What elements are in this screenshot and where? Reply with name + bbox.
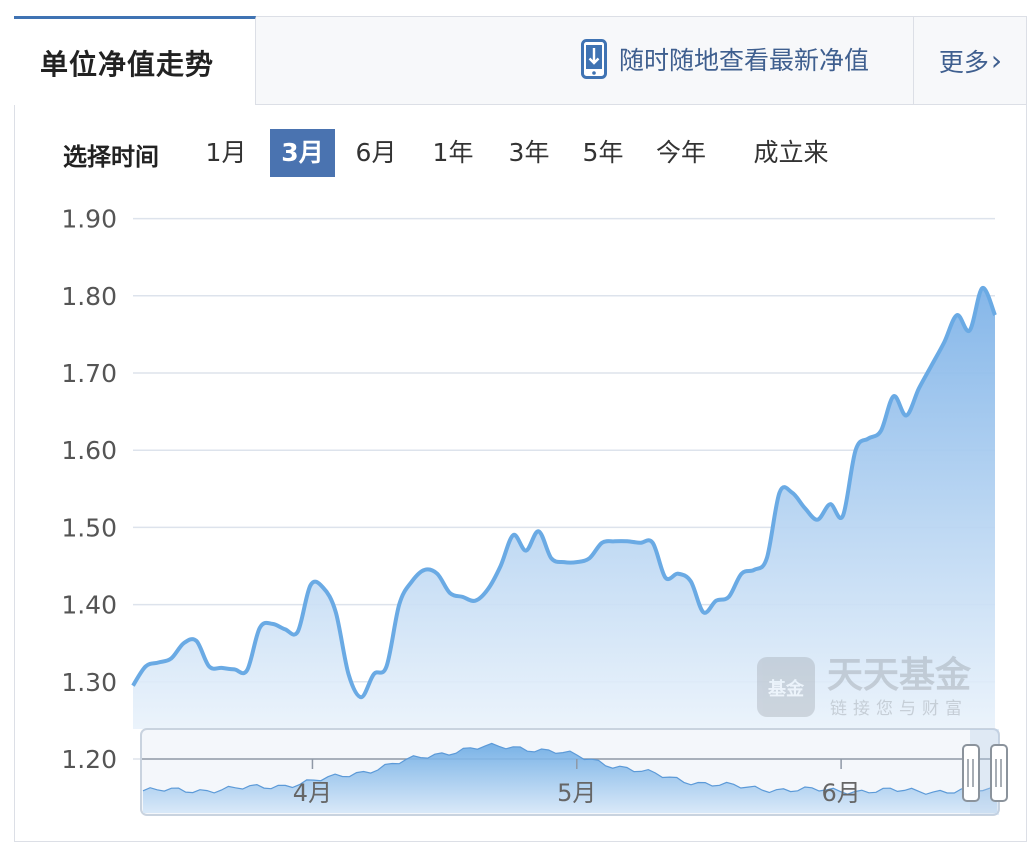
range-navigator[interactable]: 4月 5月 6月 [140, 728, 1008, 816]
navigator-handle-left[interactable] [962, 744, 980, 802]
y-tick-label: 1.70 [61, 359, 117, 388]
navigator-handle-right[interactable] [990, 744, 1008, 802]
navigator-tick-label: 6月 [821, 779, 860, 807]
watermark-slogan: 链接您与财富 [830, 699, 968, 719]
y-tick-label: 1.40 [61, 591, 117, 620]
watermark-logo-text: 基金 [767, 678, 805, 700]
y-tick-label: 1.20 [61, 745, 117, 774]
navigator-tick-label: 5月 [557, 779, 596, 807]
y-axis-labels: 1.20 1.30 1.40 1.50 1.60 1.70 1.80 1.90 [61, 205, 117, 774]
y-tick-label: 1.80 [61, 282, 117, 311]
y-tick-label: 1.90 [61, 205, 117, 234]
watermark-brand: 天天基金 [827, 654, 972, 696]
y-tick-label: 1.30 [61, 668, 117, 697]
navigator-tick-label: 4月 [293, 779, 332, 807]
watermark: 基金 天天基金 链接您与财富 [757, 654, 972, 719]
nav-chart: 1.20 1.30 1.40 1.50 1.60 1.70 1.80 1.90 基金 天天基金… [61, 205, 1008, 816]
y-tick-label: 1.50 [61, 513, 117, 542]
y-tick-label: 1.60 [61, 436, 117, 465]
fund-nav-widget: 单位净值走势 随时随地查看最新净值 更多 › 选择时间 1月 3月 6月 1年 3年 5年今… [14, 16, 1027, 842]
